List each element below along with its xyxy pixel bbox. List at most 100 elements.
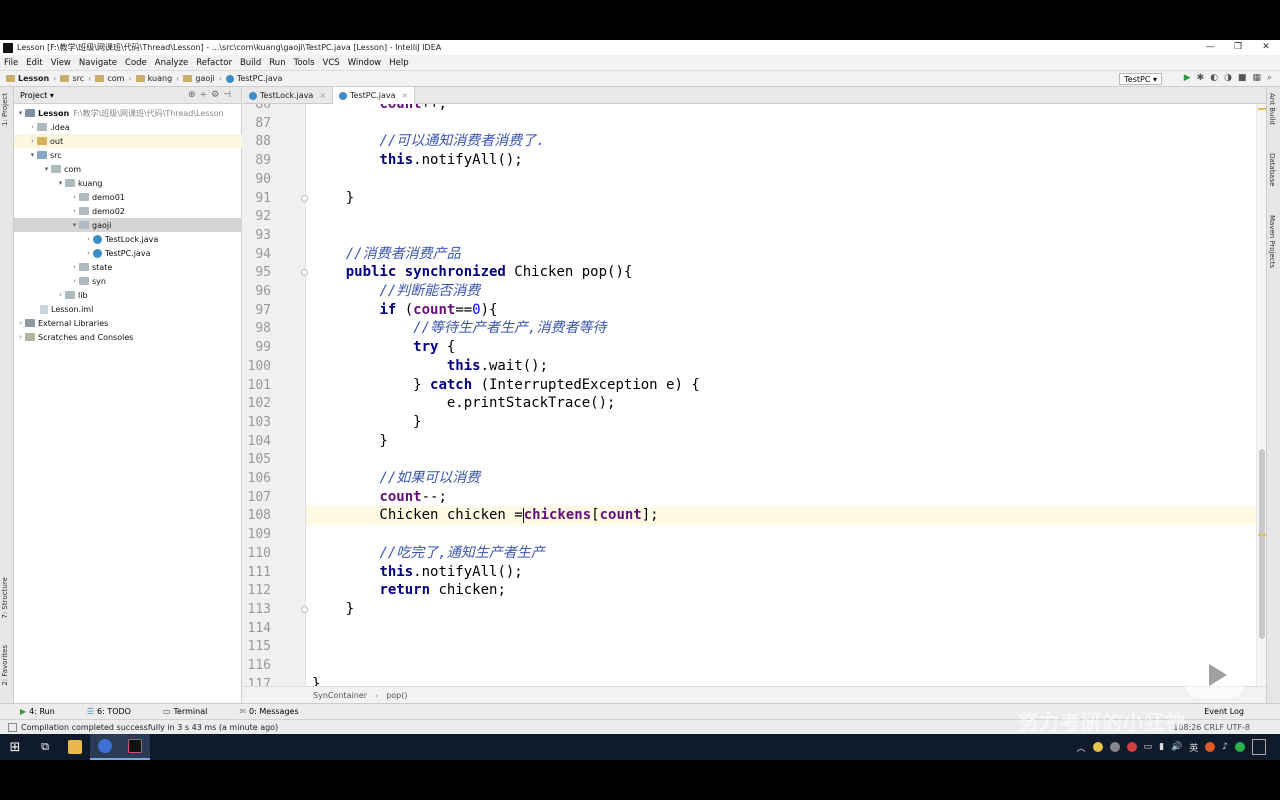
- crumb-kuang[interactable]: kuang ›: [135, 74, 179, 83]
- tool-todo[interactable]: ☰ 6: TODO: [87, 707, 147, 716]
- code-line[interactable]: 92: [243, 207, 1253, 226]
- tree-item-testpc[interactable]: › TestPC.java: [14, 246, 242, 260]
- code-line[interactable]: 110 //吃完了,通知生产者生产: [243, 544, 1253, 563]
- project-structure-icon[interactable]: ▦: [1252, 73, 1261, 83]
- tree-item-scratches[interactable]: › Scratches and Consoles: [14, 330, 242, 344]
- code-line[interactable]: 96 //判断能否消费: [243, 282, 1253, 301]
- tray-ime-label[interactable]: 英: [1189, 741, 1198, 754]
- code-editor[interactable]: 86 count++; 87 88 //可以通知消费者消费了. 89 this.not…: [243, 104, 1266, 686]
- close-tab-icon[interactable]: ×: [401, 91, 408, 100]
- tab-ant-build[interactable]: Ant Build: [1268, 93, 1276, 125]
- crumb-gaoji[interactable]: gaoji ›: [183, 74, 222, 83]
- tree-item-kuang[interactable]: ▾ kuang: [14, 176, 242, 190]
- stop-icon[interactable]: ■: [1238, 73, 1247, 83]
- code-line[interactable]: 90: [243, 170, 1253, 189]
- code-line[interactable]: 114: [243, 619, 1253, 638]
- menu-view[interactable]: View: [51, 58, 71, 68]
- tab-project[interactable]: 1: Project: [1, 93, 9, 126]
- tray-app-icon[interactable]: [1109, 742, 1120, 752]
- menu-code[interactable]: Code: [125, 58, 147, 68]
- tray-wechat-icon[interactable]: [1235, 742, 1245, 752]
- tree-item-external-libraries[interactable]: › External Libraries: [14, 316, 242, 330]
- taskbar-intellij[interactable]: [120, 734, 150, 760]
- menu-help[interactable]: Help: [389, 58, 408, 68]
- tray-chevron-icon[interactable]: ︿: [1077, 741, 1086, 754]
- minimize-button[interactable]: —: [1196, 40, 1224, 55]
- code-line[interactable]: 98 //等待生产者生产,消费者等待: [243, 319, 1253, 338]
- fold-marker-icon[interactable]: [301, 194, 308, 202]
- code-line[interactable]: 107 count--;: [243, 488, 1253, 507]
- code-line[interactable]: 88 //可以通知消费者消费了.: [243, 132, 1253, 151]
- code-line[interactable]: 115: [243, 637, 1253, 656]
- tray-mic-icon[interactable]: ♪: [1222, 742, 1228, 752]
- notification-icon[interactable]: [1252, 739, 1266, 755]
- editor-scrollbar[interactable]: [1256, 104, 1266, 686]
- debug-icon[interactable]: ✱: [1197, 73, 1205, 83]
- code-line[interactable]: 111 this.notifyAll();: [243, 563, 1253, 582]
- tray-battery-icon[interactable]: ▮: [1159, 742, 1164, 752]
- run-icon[interactable]: ▶: [1184, 73, 1191, 83]
- code-line[interactable]: 86 count++;: [243, 104, 1253, 114]
- tab-favorites[interactable]: 2: Favorites: [1, 645, 9, 686]
- tree-item-demo02[interactable]: › demo02: [14, 204, 242, 218]
- tray-app-icon[interactable]: [1126, 742, 1137, 752]
- fold-marker-icon[interactable]: [301, 605, 308, 613]
- menu-file[interactable]: File: [4, 58, 18, 68]
- code-line[interactable]: 106 //如果可以消费: [243, 469, 1253, 488]
- tree-item-state[interactable]: › state: [14, 260, 242, 274]
- code-line[interactable]: 108 Chicken chicken =chickens[count];: [243, 506, 1253, 525]
- tree-item-syn[interactable]: › syn: [14, 274, 242, 288]
- code-line[interactable]: 89 this.notifyAll();: [243, 151, 1253, 170]
- crumb-src[interactable]: src ›: [60, 74, 91, 83]
- tab-testlock[interactable]: TestLock.java ×: [243, 87, 334, 104]
- tree-item-demo01[interactable]: › demo01: [14, 190, 242, 204]
- tray-app-icon[interactable]: [1092, 742, 1103, 752]
- taskbar-wps[interactable]: [90, 734, 120, 760]
- code-line[interactable]: 87: [243, 114, 1253, 133]
- tree-item-com[interactable]: ▾ com: [14, 162, 242, 176]
- tab-maven-projects[interactable]: Maven Projects: [1268, 215, 1276, 268]
- tray-app-icon[interactable]: [1205, 742, 1216, 752]
- scrollbar-thumb[interactable]: [1259, 449, 1265, 639]
- tree-item-lesson[interactable]: ▾ Lesson F:\教学\班级\网课班\代码\Thread\Lesson: [14, 106, 242, 120]
- code-line[interactable]: 93: [243, 226, 1253, 245]
- code-line[interactable]: 101 } catch (InterruptedException e) {: [243, 376, 1253, 395]
- tray-network-icon[interactable]: ▭: [1144, 742, 1153, 752]
- close-tab-icon[interactable]: ×: [319, 91, 326, 100]
- profile-icon[interactable]: ◑: [1224, 73, 1232, 83]
- code-line[interactable]: 116: [243, 656, 1253, 675]
- tree-item-idea[interactable]: › .idea: [14, 120, 242, 134]
- menu-refactor[interactable]: Refactor: [196, 58, 232, 68]
- tree-item-lesson-iml[interactable]: Lesson.iml: [14, 302, 242, 316]
- project-panel-tools[interactable]: ⊕÷⚙⊣: [188, 90, 235, 100]
- tree-item-testlock[interactable]: › TestLock.java: [14, 232, 242, 246]
- menu-analyze[interactable]: Analyze: [155, 58, 189, 68]
- tab-testpc[interactable]: TestPC.java ×: [333, 87, 416, 104]
- menu-build[interactable]: Build: [240, 58, 261, 68]
- tool-event-log[interactable]: Event Log: [1204, 707, 1244, 716]
- tool-messages[interactable]: ✉ 0: Messages: [239, 707, 314, 716]
- taskbar-explorer[interactable]: [60, 734, 90, 760]
- tool-terminal[interactable]: ▭ Terminal: [163, 707, 223, 716]
- code-line[interactable]: 95 public synchronized Chicken pop(){: [243, 263, 1253, 282]
- tool-run[interactable]: ▶ 4: Run: [20, 707, 71, 716]
- code-line[interactable]: 104 }: [243, 432, 1253, 451]
- code-line[interactable]: 103 }: [243, 413, 1253, 432]
- menu-tools[interactable]: Tools: [294, 58, 315, 68]
- code-line[interactable]: 97 if (count==0){: [243, 301, 1253, 320]
- coverage-icon[interactable]: ◐: [1210, 73, 1218, 83]
- tab-structure[interactable]: 7: Structure: [1, 577, 9, 619]
- menu-navigate[interactable]: Navigate: [79, 58, 117, 68]
- tree-item-gaoji[interactable]: ▾ gaoji: [14, 218, 242, 232]
- start-button[interactable]: ⊞: [0, 734, 30, 760]
- run-config-select[interactable]: TestPC ▾: [1119, 73, 1162, 85]
- tree-item-out[interactable]: › out: [14, 134, 242, 148]
- close-button[interactable]: ✕: [1252, 40, 1280, 55]
- code-line[interactable]: 91 }: [243, 189, 1253, 208]
- breadcrumb-class[interactable]: SynContainer: [313, 691, 367, 700]
- code-line[interactable]: 112 return chicken;: [243, 581, 1253, 600]
- project-view-select[interactable]: Project: [20, 91, 47, 100]
- tree-item-lib[interactable]: › lib: [14, 288, 242, 302]
- breadcrumb-method[interactable]: pop(): [386, 691, 407, 700]
- search-everywhere-icon[interactable]: ⌕: [1267, 73, 1272, 83]
